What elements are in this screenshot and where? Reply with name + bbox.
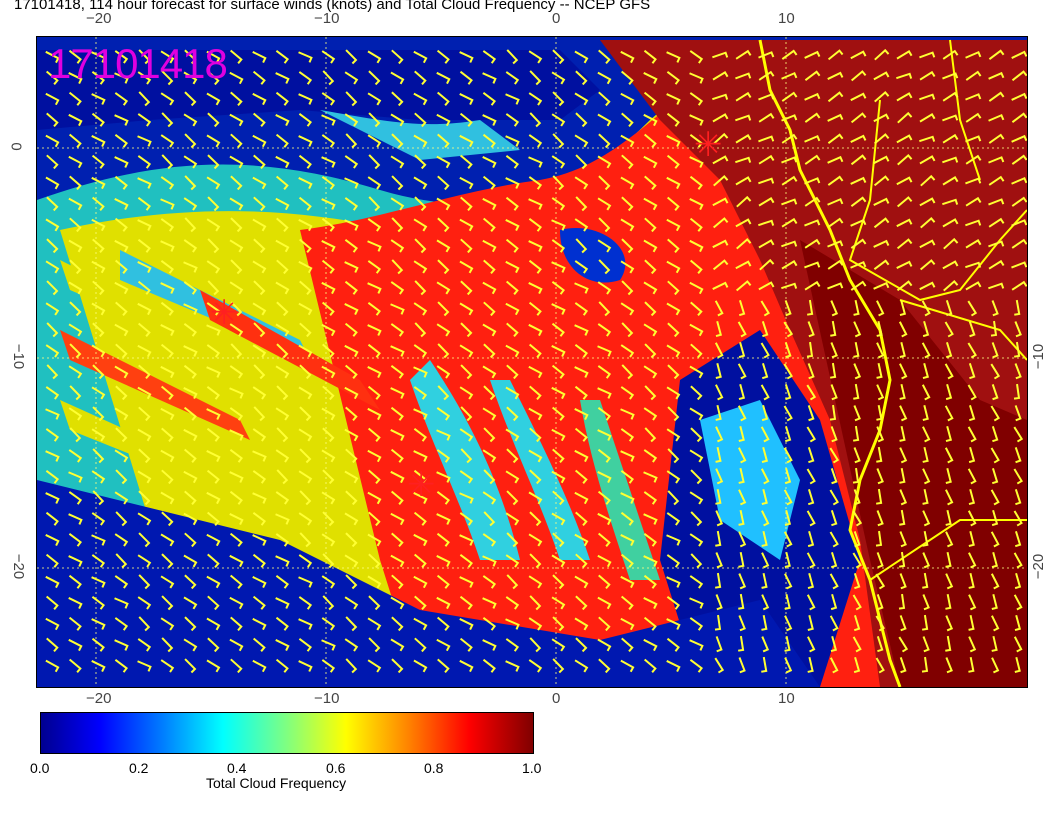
y-right-tick: −20 [1030,553,1048,580]
y-right-tick: −10 [1030,343,1048,370]
colorbar [40,712,534,754]
colorbar-tick: 0.0 [30,760,50,776]
y-left-tick: 0 [7,142,25,151]
colorbar-tick: 0.6 [326,760,346,776]
colorbar-tick: 0.2 [129,760,149,776]
plot-frame [36,36,1028,688]
x-bottom-tick: −10 [314,690,340,707]
colorbar-tick: 1.0 [522,760,542,776]
x-top-tick: −20 [86,10,112,27]
x-top-tick: 10 [778,10,795,27]
colorbar-tick: 0.4 [227,760,247,776]
x-top-tick: 0 [552,10,561,27]
x-bottom-tick: −20 [86,690,112,707]
x-bottom-tick: 0 [552,690,561,707]
x-bottom-tick: 10 [778,690,795,707]
y-left-tick: −20 [10,553,28,580]
y-left-tick: −10 [10,343,28,370]
date-stamp: 17101418 [48,40,228,87]
colorbar-label: Total Cloud Frequency [206,775,347,791]
x-top-tick: −10 [314,10,340,27]
colorbar-tick: 0.8 [424,760,444,776]
